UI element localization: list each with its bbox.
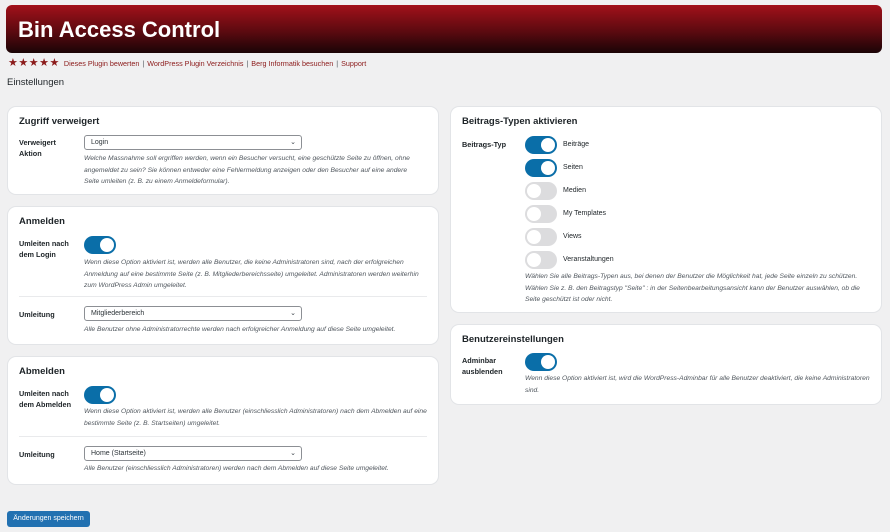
post-types-description: Wählen Sie alle Beitrags-Typen aus, bei … (525, 273, 860, 303)
page-title: Einstellungen (7, 77, 65, 88)
post-type-toggle[interactable] (525, 182, 557, 200)
logout-target-select[interactable]: Home (Startseite) ⌄ (84, 446, 302, 461)
plugin-header: Bin Access Control (6, 5, 882, 53)
post-type-toggle[interactable] (525, 159, 557, 177)
link-separator: | (246, 58, 249, 68)
save-changes-button[interactable]: Änderungen speichern (7, 511, 90, 527)
logout-redirect-label: Umleiten nach dem Abmelden (19, 389, 72, 409)
adminbar-description: Wenn diese Option aktiviert ist, wird di… (525, 375, 870, 394)
user-settings-title: Benutzereinstellungen (462, 334, 564, 345)
logout-target-description: Alle Benutzer (einschliesslich Administr… (84, 465, 389, 472)
toggle-knob (527, 230, 541, 244)
toggle-knob (527, 207, 541, 221)
logout-redirect-description: Wenn diese Option aktiviert ist, werden … (84, 408, 427, 427)
toggle-knob (527, 184, 541, 198)
post-type-toggle[interactable] (525, 136, 557, 154)
rating-stars[interactable]: ★ ★ ★ ★ ★ (8, 56, 60, 69)
logout-target-value: Home (Startseite) (91, 450, 146, 457)
plugin-links: ★ ★ ★ ★ ★ Dieses Plugin bewerten | WordP… (8, 57, 366, 69)
star-icon: ★ (8, 56, 18, 69)
link-separator: | (142, 58, 145, 68)
star-icon: ★ (18, 56, 29, 69)
adminbar-toggle[interactable] (525, 353, 557, 371)
star-icon: ★ (49, 56, 60, 69)
plugin-directory-link[interactable]: WordPress Plugin Verzeichnis (147, 59, 243, 68)
post-type-label: Views (563, 233, 582, 240)
plugin-title: Bin Access Control (18, 17, 221, 42)
action-label: Verweigert Aktion (19, 138, 56, 158)
login-card: Anmelden Umleiten nach dem Login Wenn di… (8, 207, 438, 344)
login-title: Anmelden (19, 216, 65, 227)
link-separator: | (336, 58, 339, 68)
support-link[interactable]: Support (341, 59, 366, 68)
toggle-knob (100, 238, 114, 252)
login-target-select[interactable]: Mitgliederbereich ⌄ (84, 306, 302, 321)
chevron-down-icon: ⌄ (290, 310, 296, 317)
chevron-down-icon: ⌄ (290, 450, 296, 457)
post-types-card: Beitrags-Typen aktivieren Beitrags-Typ B… (451, 107, 881, 312)
toggle-knob (541, 161, 555, 175)
toggle-knob (541, 138, 555, 152)
logout-card: Abmelden Umleiten nach dem Abmelden Wenn… (8, 357, 438, 484)
action-select-value: Login (91, 139, 109, 146)
login-target-label: Umleitung (19, 310, 55, 319)
post-type-toggle[interactable] (525, 251, 557, 269)
login-target-description: Alle Benutzer ohne Administratorrechte w… (84, 326, 396, 333)
post-type-label: Veranstaltungen (563, 256, 614, 263)
login-redirect-description: Wenn diese Option aktiviert ist, werden … (84, 259, 419, 289)
user-settings-card: Benutzereinstellungen Adminbar ausblende… (451, 325, 881, 404)
divider (19, 296, 427, 297)
chevron-down-icon: ⌄ (290, 139, 296, 146)
toggle-knob (541, 355, 555, 369)
login-redirect-label: Umleiten nach dem Login (19, 239, 69, 259)
star-icon: ★ (39, 56, 49, 69)
post-type-toggle[interactable] (525, 205, 557, 223)
login-target-value: Mitgliederbereich (91, 310, 145, 317)
rate-plugin-link[interactable]: Dieses Plugin bewerten (64, 59, 140, 68)
post-type-label: My Templates (563, 210, 607, 217)
post-type-label: Medien (563, 187, 586, 194)
logout-redirect-toggle[interactable] (84, 386, 116, 404)
login-redirect-toggle[interactable] (84, 236, 116, 254)
divider (19, 436, 427, 437)
access-denied-title: Zugriff verweigert (19, 116, 100, 127)
toggle-knob (527, 253, 541, 267)
post-type-label: Seiten (563, 164, 583, 171)
post-type-toggle[interactable] (525, 228, 557, 246)
access-denied-card: Zugriff verweigert Verweigert Aktion Log… (8, 107, 438, 194)
logout-target-label: Umleitung (19, 450, 55, 459)
post-type-label: Beiträge (563, 141, 590, 148)
action-select[interactable]: Login ⌄ (84, 135, 302, 150)
action-description: Welche Massnahme soll ergriffen werden, … (84, 155, 410, 185)
post-types-title: Beitrags-Typen aktivieren (462, 116, 578, 127)
star-icon: ★ (28, 56, 39, 69)
logout-title: Abmelden (19, 366, 65, 377)
post-types-label: Beitrags-Typ (462, 140, 507, 149)
adminbar-label: Adminbar ausblenden (462, 356, 503, 376)
toggle-knob (100, 388, 114, 402)
visit-link[interactable]: Berg Informatik besuchen (251, 59, 333, 68)
